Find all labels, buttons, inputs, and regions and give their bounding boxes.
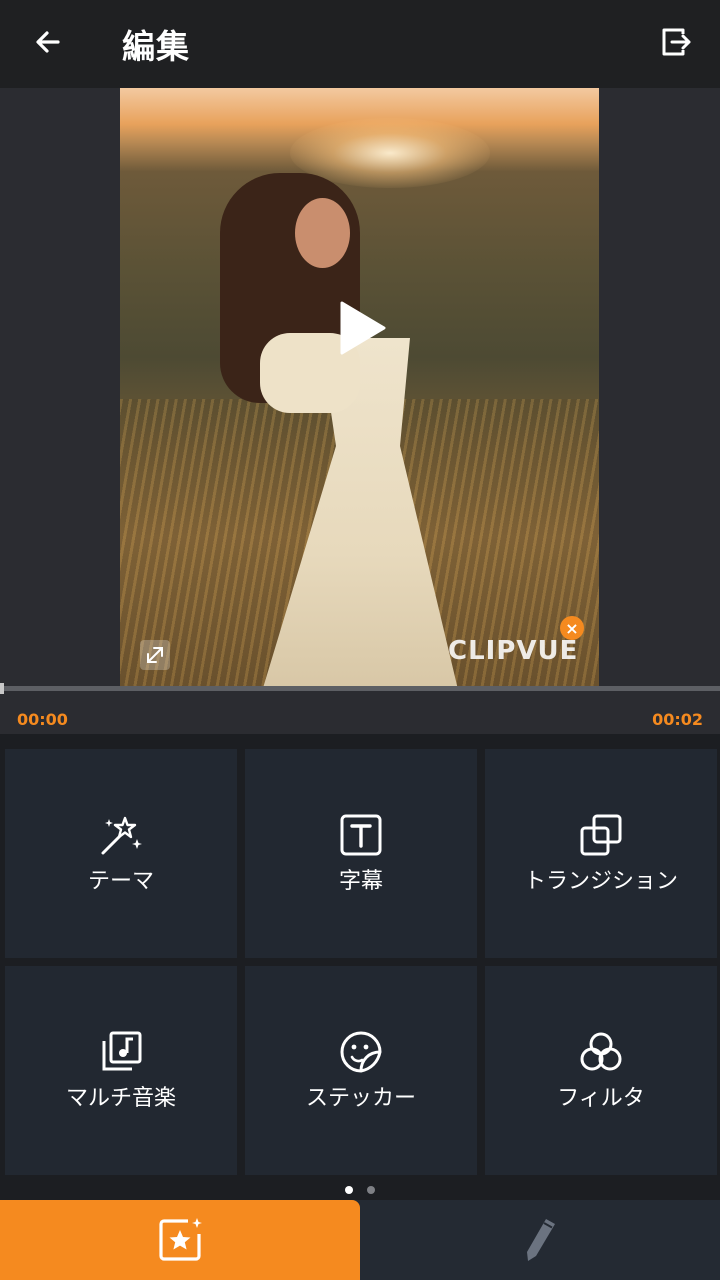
play-icon (340, 301, 386, 355)
star-frame-icon (159, 1218, 202, 1261)
arrow-left-icon (36, 31, 60, 53)
tool-multi-music[interactable]: マルチ音楽 (5, 966, 237, 1175)
music-library-icon (102, 1031, 142, 1070)
timeline-playhead[interactable] (0, 683, 4, 694)
bottom-tab-bar (0, 1200, 720, 1280)
tool-grid: テーマ 字幕 トランジション マルチ音楽 ステッカー フィルタ (0, 734, 720, 1180)
tool-label: マルチ音楽 (65, 1085, 176, 1111)
page-dot-2[interactable] (367, 1186, 375, 1194)
tool-transition[interactable]: トランジション (485, 749, 717, 958)
current-time: 00:00 (17, 710, 68, 729)
top-app-bar: 編集 (0, 0, 720, 88)
tool-subtitle[interactable]: 字幕 (245, 749, 477, 958)
page-title: 編集 (122, 27, 190, 66)
expand-icon (147, 647, 163, 663)
tool-sticker[interactable]: ステッカー (245, 966, 477, 1175)
back-button[interactable] (26, 20, 70, 64)
timeline-track[interactable] (0, 683, 720, 694)
tool-label: フィルタ (557, 1085, 645, 1111)
export-button[interactable] (654, 20, 698, 64)
export-icon (662, 28, 691, 56)
sticker-icon (340, 1031, 382, 1073)
remove-watermark-button[interactable]: × (560, 616, 584, 640)
total-duration: 00:02 (652, 710, 703, 729)
tab-edit[interactable] (360, 1200, 720, 1280)
transition-icon (580, 814, 622, 855)
tool-label: トランジション (523, 868, 678, 894)
video-preview-area: CLIPVUE × (0, 88, 720, 686)
tool-label: ステッカー (305, 1085, 416, 1111)
magic-wand-icon (101, 816, 142, 854)
video-frame[interactable]: CLIPVUE × (120, 88, 599, 686)
fullscreen-button[interactable] (140, 640, 170, 670)
tool-label: テーマ (87, 868, 154, 894)
tool-label: 字幕 (338, 868, 383, 894)
page-indicator (0, 1180, 720, 1200)
play-button[interactable] (338, 300, 388, 356)
timeline: 00:00 00:02 (0, 683, 720, 734)
tool-theme[interactable]: テーマ (5, 749, 237, 958)
tool-filter[interactable]: フィルタ (485, 966, 717, 1175)
page-dot-1[interactable] (345, 1186, 353, 1194)
watermark-text: CLIPVUE (448, 636, 579, 666)
woman-face (295, 198, 350, 268)
pencil-icon (527, 1219, 555, 1261)
filter-circles-icon (580, 1032, 622, 1070)
tab-theme[interactable] (0, 1200, 360, 1280)
text-box-icon (340, 814, 382, 855)
